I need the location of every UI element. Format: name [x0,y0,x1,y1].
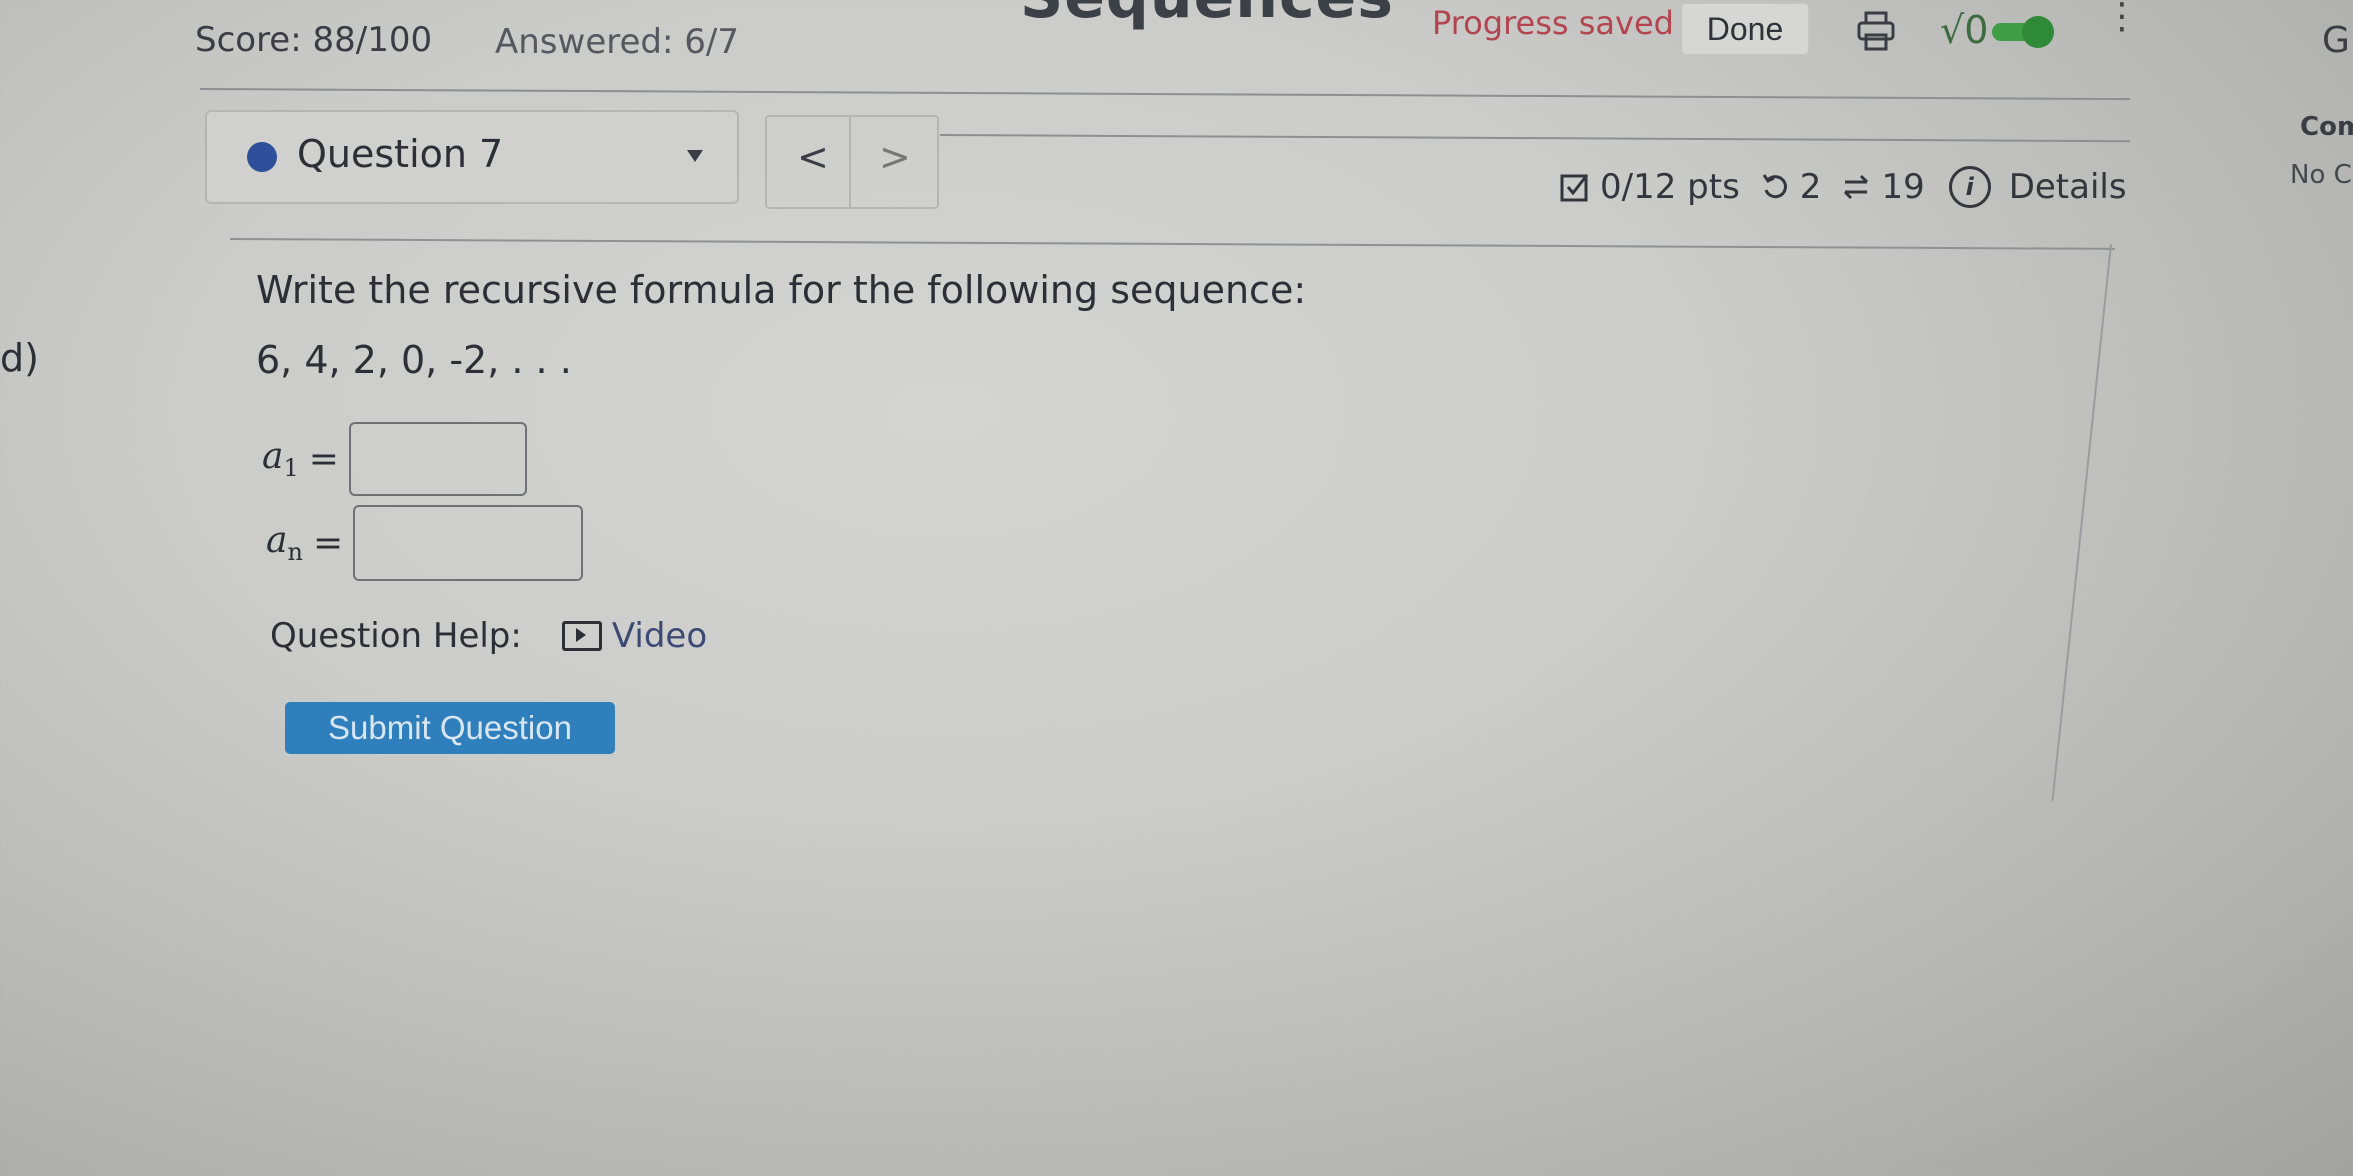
question-panel-border-right [2051,243,2112,802]
sequence-text: 6, 4, 2, 0, -2, . . . [256,338,572,382]
sidebar-heading: Com [2300,112,2353,142]
a1-input[interactable] [348,422,527,496]
info-icon[interactable]: i [1948,166,1991,208]
answer-row-an: an = [266,505,584,581]
question-divider [939,134,2130,143]
math-entry-toggle[interactable] [1992,16,2062,48]
next-question-button[interactable]: > [879,135,911,179]
part-label: d) [0,336,39,380]
question-select-label: Question 7 [297,132,504,176]
submit-question-button[interactable]: Submit Question [285,702,615,754]
toggle-knob [2022,16,2054,48]
a1-label: a1 [262,435,299,483]
done-button[interactable]: Done [1680,2,1810,56]
question-prompt: Write the recursive formula for the foll… [256,268,1307,312]
question-panel-border-top [229,238,2115,250]
attempts-count: 19 [1881,167,1925,207]
more-options-icon[interactable]: ⋮ [2104,0,2140,35]
video-icon[interactable] [561,621,602,651]
question-help: Question Help: Video [270,616,707,656]
page-title: Sequences [1020,0,1394,32]
gradebook-link-fragment[interactable]: Gr [2322,20,2353,61]
previous-question-button[interactable]: < [797,135,829,179]
equals-sign: = [312,522,344,564]
answer-row-a1: a1 = [262,422,527,496]
question-status-dot [247,142,277,172]
points-text: 0/12 pts [1600,167,1740,207]
checkbox-icon [1560,172,1590,202]
question-meta: 0/12 pts 2 19 i Details [1560,166,2127,208]
retry-icon [1760,172,1790,202]
header-divider [199,88,2130,101]
caret-down-icon [687,150,703,162]
pager-divider [849,117,851,207]
math-entry-toggle-label: √0 [1940,8,1989,52]
details-link[interactable]: Details [2009,167,2127,207]
attempts-icon [1841,172,1871,202]
an-input[interactable] [353,505,584,581]
question-select[interactable]: Question 7 [205,110,739,204]
an-label: an [266,519,303,567]
progress-status: Progress saved [1432,4,1674,42]
question-pager: < > [765,115,939,209]
equals-sign: = [308,438,339,480]
answered-count: Answered: 6/7 [495,22,739,62]
question-help-label: Question Help: [270,616,522,656]
retries-count: 2 [1799,167,1822,207]
score-text: Score: 88/100 [195,20,433,60]
sidebar-text: No C [2290,160,2352,190]
video-link[interactable]: Video [612,616,707,656]
print-icon[interactable] [1855,10,1897,52]
